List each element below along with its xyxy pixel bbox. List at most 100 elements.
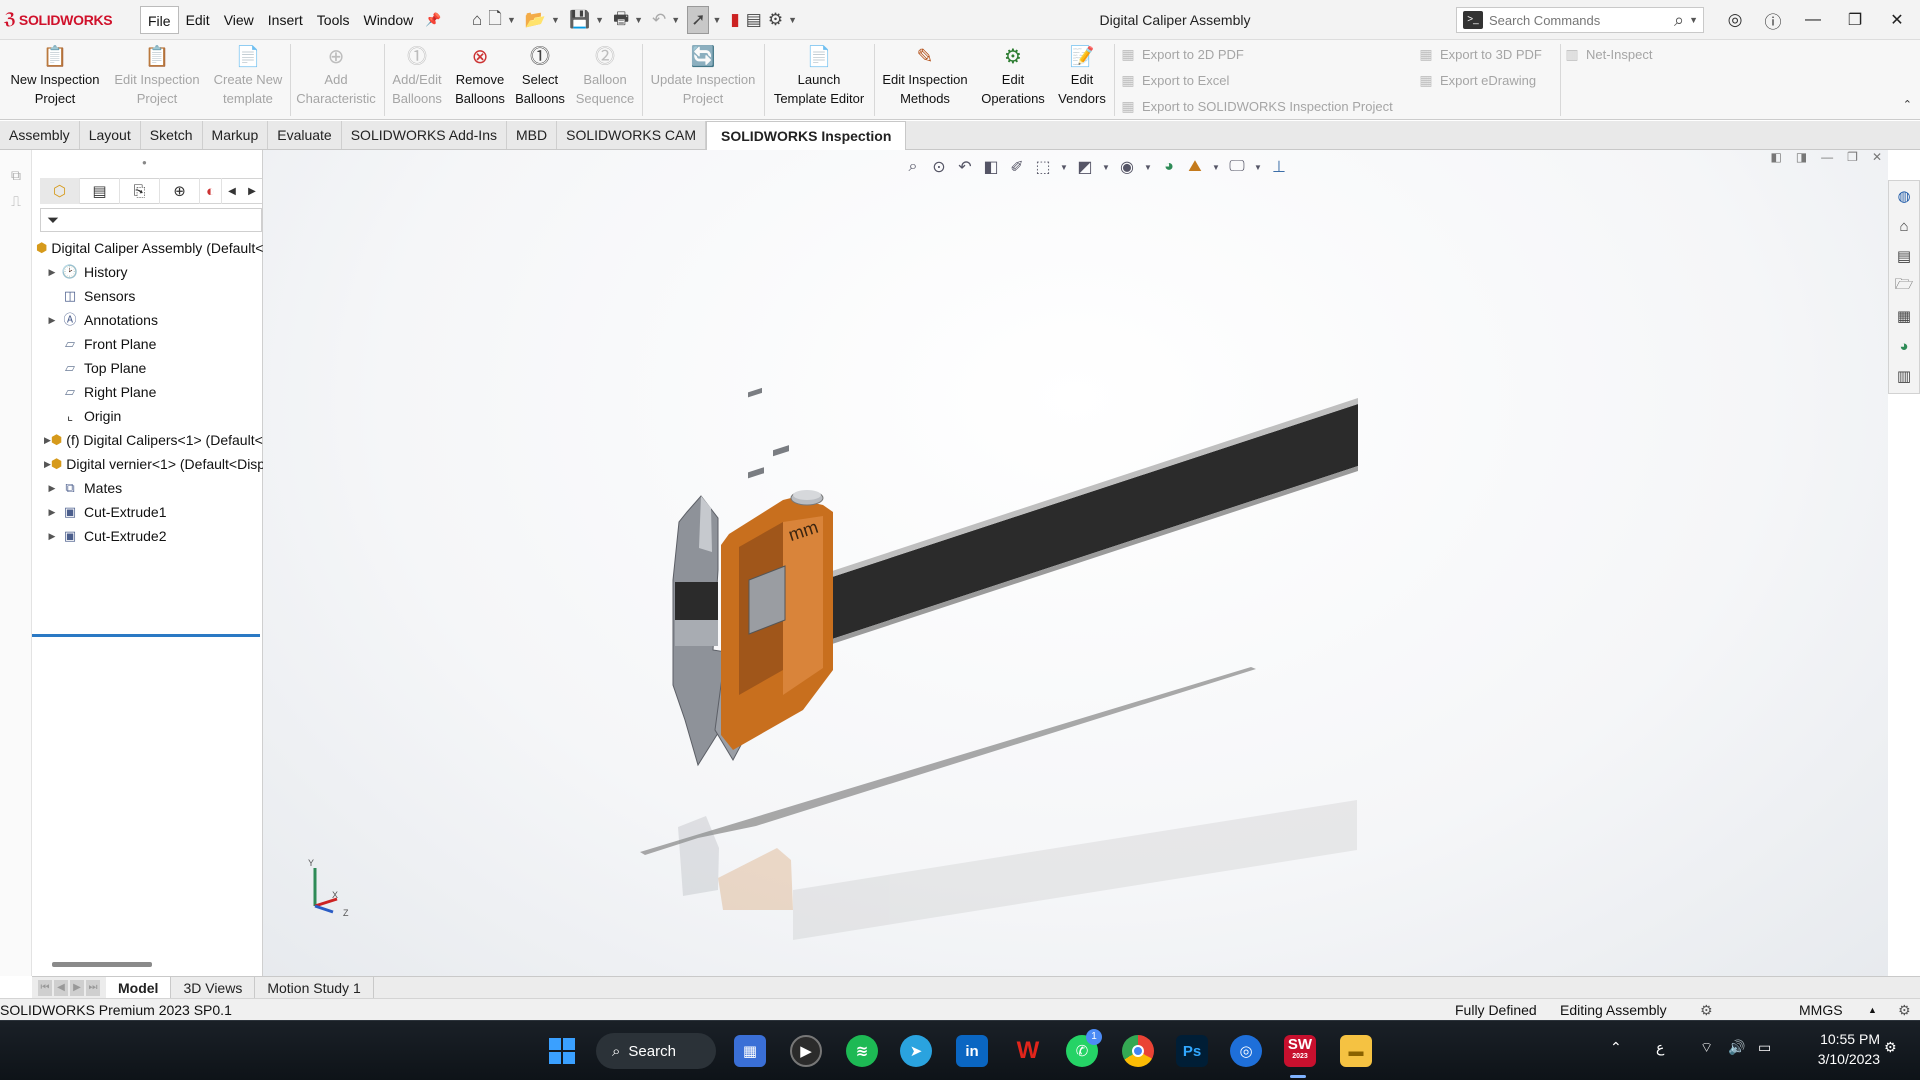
close-icon[interactable]: ✕ (1876, 0, 1918, 40)
featuremanager-tab-icon[interactable]: ⬡ (40, 178, 80, 204)
balloon-sequence-button[interactable]: ⓶ Balloon Sequence (570, 44, 640, 116)
unit-system[interactable]: MMGS (1799, 999, 1843, 1021)
update-inspection-project-button[interactable]: 🔄 Update Inspection Project (644, 44, 762, 116)
solidworks-2023-icon[interactable]: SW 2023 (1284, 1035, 1316, 1067)
save-icon[interactable]: 💾 (567, 6, 592, 34)
tab-assembly[interactable]: Assembly (0, 121, 80, 149)
tree-filter[interactable]: ⏷ (40, 208, 262, 232)
options-gear-icon[interactable]: ⚙ (766, 6, 785, 34)
export-edrawing-button[interactable]: ▦ Export eDrawing (1418, 68, 1536, 92)
rebuild-status-icon[interactable]: ⚙ (1700, 999, 1713, 1021)
view-palette-icon[interactable]: ▦ (1889, 301, 1919, 331)
graphics-area[interactable]: ⌕ ⊙ ↶ ◧ ✐ ⬚ ▼ ◩ ▼ ◉ ▼ ◕ ⛰ ▼ 🖵 ▼ ⊥ ◧ ◨ — … (263, 150, 1888, 976)
add-edit-balloons-button[interactable]: ⓵ Add/Edit Balloons (386, 44, 448, 116)
last-tab-icon[interactable]: ⏭ (86, 979, 100, 996)
dimension-tool-icon[interactable]: ⎍ (0, 188, 32, 214)
tree-item-digital-vernier[interactable]: ▶ ⬢ Digital vernier<1> (Default<Display … (32, 452, 263, 476)
tree-item-front-plane[interactable]: ▱ Front Plane (32, 332, 263, 356)
chevron-down-icon[interactable]: ▼ (712, 15, 721, 25)
file-explorer-icon[interactable]: 🗁 (1889, 271, 1919, 301)
tree-item-top-plane[interactable]: ▱ Top Plane (32, 356, 263, 380)
edit-vendors-button[interactable]: 📝 Edit Vendors (1052, 44, 1112, 116)
tree-item-digital-calipers[interactable]: ▶ ⬢ (f) Digital Calipers<1> (Default<Dis… (32, 428, 263, 452)
search-commands-box[interactable]: >_ Search Commands ⌕ ▼ (1456, 7, 1704, 33)
new-document-icon[interactable]: 🗋 (486, 6, 504, 34)
tree-item-cut-extrude2[interactable]: ▶ ▣ Cut-Extrude2 (32, 524, 263, 548)
home-icon[interactable]: ⌂ (470, 6, 484, 34)
print-icon[interactable]: 🖶 (611, 6, 631, 34)
battery-icon[interactable]: ▭ (1758, 1039, 1771, 1056)
panel-grip-icon[interactable]: ● (142, 158, 147, 167)
expand-arrow-icon[interactable]: ▶ (44, 500, 60, 524)
tree-item-mates[interactable]: ▶ ⧉ Mates (32, 476, 263, 500)
appearances-icon[interactable]: ◕ (1889, 331, 1919, 361)
launch-template-editor-button[interactable]: 📄 Launch Template Editor (766, 44, 872, 116)
menu-insert[interactable]: Insert (261, 6, 310, 34)
user-account-icon[interactable]: ◎ (1716, 0, 1754, 40)
chevron-down-icon[interactable]: ▼ (1689, 15, 1698, 25)
new-inspection-project-button[interactable]: 📋 New Inspection Project (4, 44, 106, 116)
menu-file[interactable]: File (140, 6, 179, 34)
solidworks-resources-icon[interactable]: ◍ (1889, 181, 1919, 211)
edit-operations-button[interactable]: ⚙ Edit Operations (976, 44, 1050, 116)
export-inspection-project-button[interactable]: ▦ Export to SOLIDWORKS Inspection Project (1120, 94, 1392, 118)
rebuild-icon[interactable]: ▮ (728, 6, 741, 34)
custom-properties-icon[interactable]: ▥ (1889, 361, 1919, 391)
tree-item-right-plane[interactable]: ▱ Right Plane (32, 380, 263, 404)
chevron-down-icon[interactable]: ▼ (634, 15, 643, 25)
restore-icon[interactable]: ❐ (1834, 0, 1876, 40)
edit-inspection-project-button[interactable]: 📋 Edit Inspection Project (108, 44, 206, 116)
filter-icon[interactable]: ⏷ (47, 212, 59, 229)
tab-sketch[interactable]: Sketch (141, 121, 203, 149)
microsoft-store-icon[interactable]: ▦ (734, 1035, 766, 1067)
display-manager-tab-icon[interactable]: ◐ (200, 178, 222, 204)
chevron-down-icon[interactable]: ▼ (595, 15, 604, 25)
home-icon[interactable]: ⌂ (1889, 211, 1919, 241)
chevron-down-icon[interactable]: ▼ (507, 15, 516, 25)
language-indicator[interactable]: ع (1656, 1039, 1664, 1056)
help-icon[interactable]: ⓘ (1754, 0, 1792, 40)
taskbar-search[interactable]: ⌕ Search (596, 1033, 716, 1069)
expand-arrow-icon[interactable]: ▶ (44, 524, 60, 548)
whatsapp-icon[interactable]: ✆ 1 (1066, 1029, 1102, 1067)
remove-balloons-button[interactable]: ⊗ Remove Balloons (450, 44, 510, 116)
windows-start-icon[interactable] (546, 1035, 578, 1067)
tab-layout[interactable]: Layout (80, 121, 141, 149)
wifi-icon[interactable]: ⌔ (1700, 1039, 1713, 1057)
wps-office-icon[interactable]: W (1012, 1035, 1044, 1067)
expand-arrow-icon[interactable]: ▶ (44, 308, 60, 332)
tree-item-sensors[interactable]: ◫ Sensors (32, 284, 263, 308)
chevron-down-icon[interactable]: ▼ (788, 15, 797, 25)
expand-arrow-icon[interactable]: ▶ (44, 428, 51, 452)
tree-item-annotations[interactable]: ▶ Ⓐ Annotations (32, 308, 263, 332)
horizontal-scrollbar[interactable] (52, 962, 152, 967)
open-folder-icon[interactable]: 📂 (523, 6, 548, 34)
propertymanager-tab-icon[interactable]: ▤ (80, 178, 120, 204)
export-3d-pdf-button[interactable]: ▦ Export to 3D PDF (1418, 42, 1542, 66)
tree-item-cut-extrude1[interactable]: ▶ ▣ Cut-Extrude1 (32, 500, 263, 524)
file-explorer-icon[interactable]: ▬ (1340, 1035, 1372, 1067)
expand-arrow-icon[interactable]: ▶ (44, 476, 60, 500)
tab-3d-views[interactable]: 3D Views (171, 976, 256, 999)
tab-solidworks-cam[interactable]: SOLIDWORKS CAM (557, 121, 707, 149)
tree-root-assembly[interactable]: ⬢ Digital Caliper Assembly (Default<Disp… (32, 236, 263, 260)
menu-edit[interactable]: Edit (179, 6, 217, 34)
chevron-right-icon[interactable]: ▶ (242, 178, 262, 204)
dimxpert-tab-icon[interactable]: ⊕ (160, 178, 200, 204)
expand-arrow-icon[interactable]: ▶ (44, 452, 51, 476)
select-cursor-icon[interactable]: ➚ (687, 6, 710, 34)
create-new-template-button[interactable]: 📄 Create New template (208, 44, 288, 116)
chevron-left-icon[interactable]: ◀ (222, 178, 242, 204)
tree-item-history[interactable]: ▶ 🕑 History (32, 260, 263, 284)
tab-markup[interactable]: Markup (203, 121, 269, 149)
media-player-icon[interactable]: ▶ (790, 1035, 822, 1067)
spotify-icon[interactable]: ≋ (846, 1035, 878, 1067)
sketch-tool-icon[interactable]: ⧉ (0, 162, 32, 188)
next-tab-icon[interactable]: ▶ (70, 979, 84, 996)
photoshop-icon[interactable]: Ps (1176, 1035, 1208, 1067)
tab-mbd[interactable]: MBD (507, 121, 558, 149)
expand-arrow-icon[interactable]: ▶ (44, 260, 60, 284)
tab-solidworks-add-ins[interactable]: SOLIDWORKS Add-Ins (342, 121, 507, 149)
minimize-icon[interactable]: — (1792, 0, 1834, 40)
chevron-down-icon[interactable]: ▼ (671, 15, 680, 25)
